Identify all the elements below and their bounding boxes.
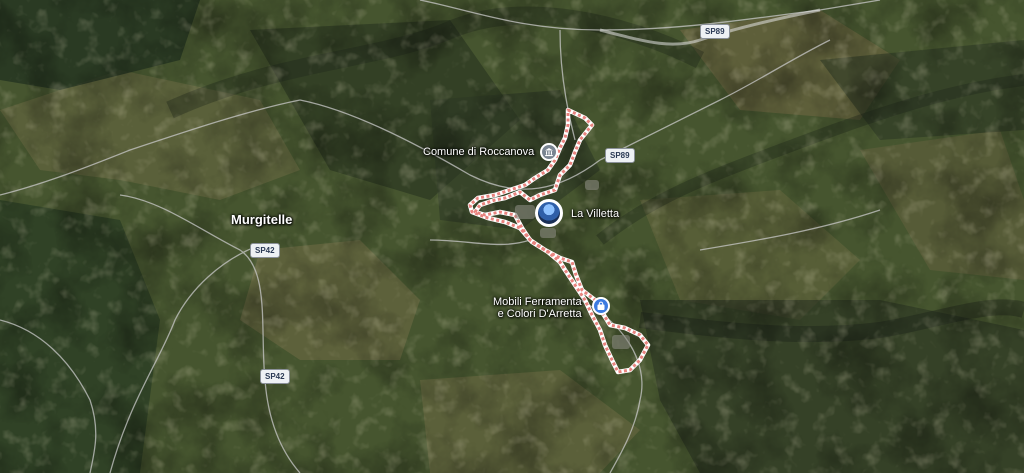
poi-label-shop-line2: e Colori D'Arretta bbox=[497, 308, 582, 320]
shopping-bag-icon[interactable] bbox=[592, 297, 610, 315]
road-shield-sp89[interactable]: SP89 bbox=[605, 148, 635, 163]
poi-label-shop-line1: Mobili Ferramenta bbox=[493, 296, 582, 308]
road-shield-sp89[interactable]: SP89 bbox=[700, 24, 730, 39]
place-label-murgitelle[interactable]: Murgitelle bbox=[231, 212, 292, 227]
satellite-terrain bbox=[0, 0, 1024, 473]
photo-thumbnail-icon[interactable] bbox=[535, 199, 563, 227]
satellite-map[interactable]: SP89 SP89 SP42 SP42 Murgitelle Comune di… bbox=[0, 0, 1024, 473]
road-shield-sp42[interactable]: SP42 bbox=[250, 243, 280, 258]
town-hall-icon[interactable] bbox=[540, 143, 558, 161]
poi-label-shop[interactable]: Mobili Ferramenta e Colori D'Arretta bbox=[493, 296, 582, 320]
poi-label-comune[interactable]: Comune di Roccanova bbox=[423, 146, 534, 158]
shopping-bag-glyph bbox=[597, 301, 605, 310]
road-shield-sp42[interactable]: SP42 bbox=[260, 369, 290, 384]
poi-label-villetta[interactable]: La Villetta bbox=[571, 208, 619, 220]
town-hall-glyph bbox=[545, 148, 553, 157]
